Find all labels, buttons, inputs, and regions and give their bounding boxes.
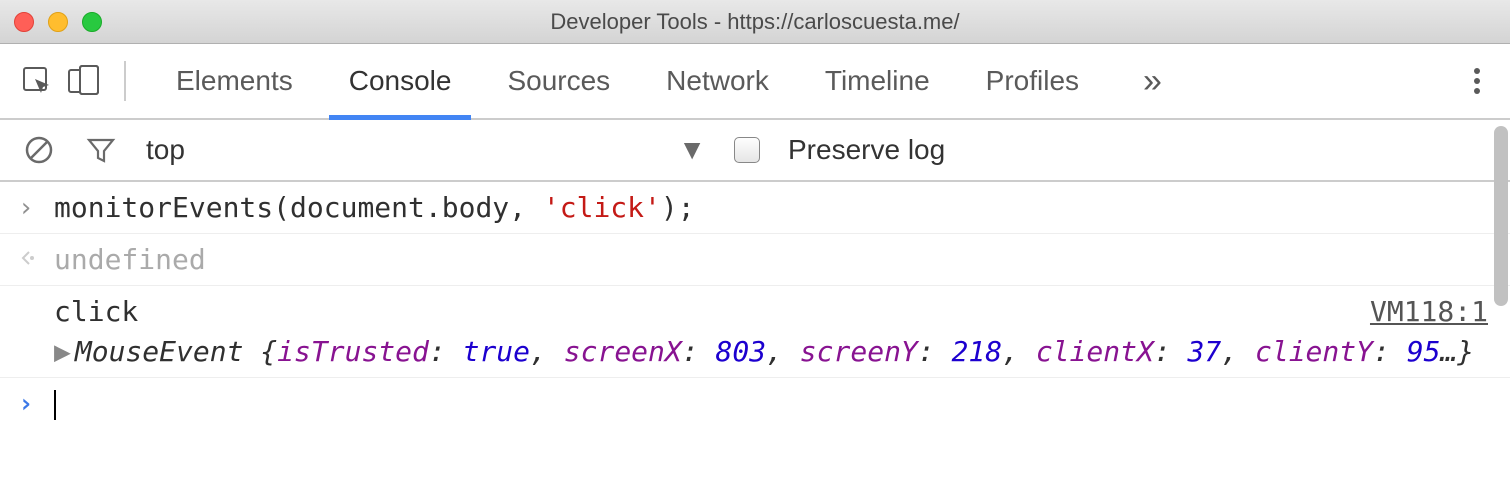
input-marker-icon <box>18 188 54 226</box>
object-key: screenY <box>800 335 918 368</box>
window-controls <box>14 12 102 32</box>
expand-object-icon[interactable]: ▶ <box>54 335 71 368</box>
output-marker-icon <box>18 240 54 278</box>
object-key: clientY <box>1255 335 1373 368</box>
devtools-tabbar: Elements Console Sources Network Timelin… <box>0 44 1510 120</box>
preserve-log-label: Preserve log <box>788 134 945 166</box>
return-value-text: undefined <box>54 240 1492 279</box>
tab-console[interactable]: Console <box>321 44 480 118</box>
event-name: click <box>54 295 138 328</box>
device-toolbar-icon[interactable] <box>64 62 102 100</box>
console-command: monitorEvents(document.body, 'click'); <box>54 188 1492 227</box>
zoom-window-button[interactable] <box>82 12 102 32</box>
preserve-log-checkbox[interactable] <box>734 137 760 163</box>
execution-context-value: top <box>146 134 185 166</box>
log-content: click ▶MouseEvent {isTrusted: true, scre… <box>54 292 1492 370</box>
log-gutter <box>18 292 54 294</box>
close-window-button[interactable] <box>14 12 34 32</box>
console-return-value: undefined <box>0 234 1510 286</box>
clear-console-icon[interactable] <box>22 133 56 167</box>
console-input[interactable] <box>54 384 1492 423</box>
tab-timeline[interactable]: Timeline <box>797 44 958 118</box>
console-output: monitorEvents(document.body, 'click'); u… <box>0 182 1510 429</box>
vertical-scrollbar[interactable] <box>1494 126 1508 306</box>
console-input-echo: monitorEvents(document.body, 'click'); <box>0 182 1510 234</box>
console-toolbar: top ▼ Preserve log <box>0 120 1510 182</box>
tab-network[interactable]: Network <box>638 44 797 118</box>
console-log-entry: click ▶MouseEvent {isTrusted: true, scre… <box>0 286 1510 377</box>
object-value: 37 <box>1188 335 1222 368</box>
prompt-marker-icon <box>18 384 54 422</box>
text-cursor <box>54 390 56 420</box>
divider <box>124 61 126 101</box>
window-title: Developer Tools - https://carloscuesta.m… <box>550 9 959 35</box>
object-value: true <box>463 335 530 368</box>
window-titlebar: Developer Tools - https://carloscuesta.m… <box>0 0 1510 44</box>
object-key: isTrusted <box>277 335 429 368</box>
tab-sources[interactable]: Sources <box>479 44 638 118</box>
panel-tabs: Elements Console Sources Network Timelin… <box>148 44 1192 118</box>
tab-profiles[interactable]: Profiles <box>958 44 1107 118</box>
more-menu-icon[interactable] <box>1474 68 1480 94</box>
console-prompt[interactable] <box>0 378 1510 429</box>
object-key: clientX <box>1036 335 1154 368</box>
object-value: 218 <box>952 335 1003 368</box>
object-key: screenX <box>564 335 682 368</box>
object-value: 95 <box>1407 335 1441 368</box>
object-value: 803 <box>715 335 766 368</box>
inspect-element-icon[interactable] <box>18 62 56 100</box>
tabs-overflow-button[interactable]: » <box>1115 44 1192 118</box>
filter-icon[interactable] <box>84 133 118 167</box>
execution-context-select[interactable]: top ▼ <box>146 134 706 166</box>
dropdown-caret-icon: ▼ <box>678 134 706 166</box>
event-object[interactable]: ▶MouseEvent {isTrusted: true, screenX: 8… <box>54 332 1492 371</box>
minimize-window-button[interactable] <box>48 12 68 32</box>
tab-elements[interactable]: Elements <box>148 44 321 118</box>
source-link[interactable]: VM118:1 <box>1370 292 1488 331</box>
